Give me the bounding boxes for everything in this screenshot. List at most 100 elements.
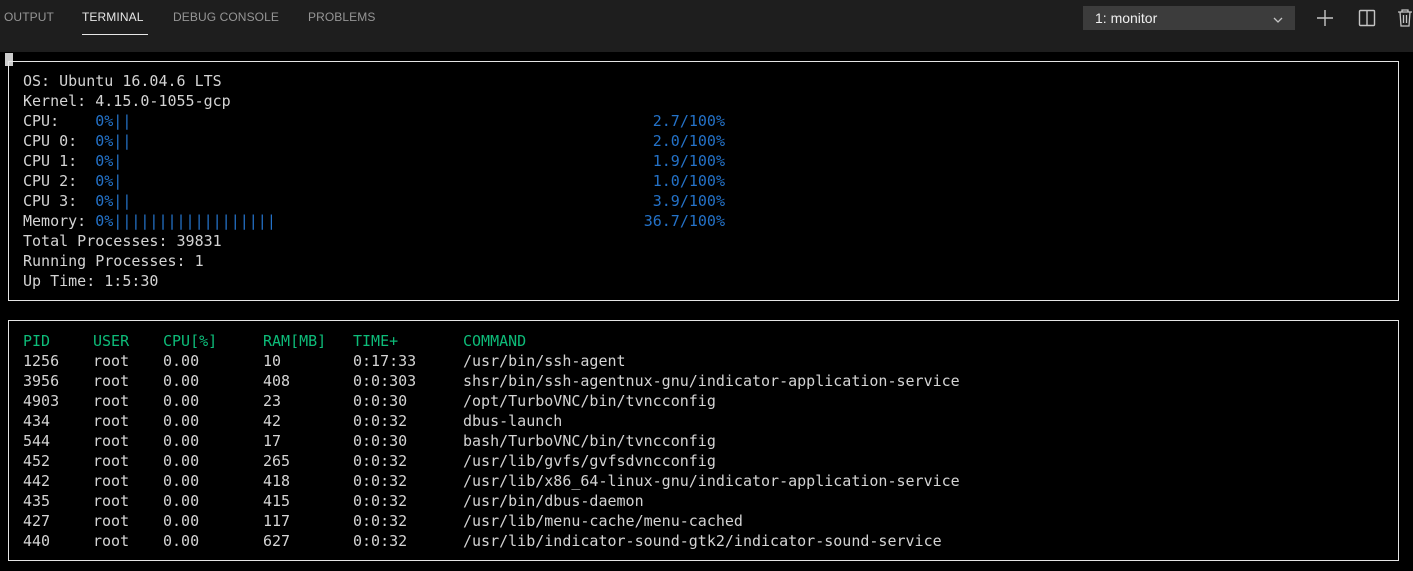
chevron-down-icon [1272,13,1284,29]
cell-cpu: 0.00 [163,532,200,550]
cell-user: root [93,392,130,410]
cell-time: 0:17:33 [353,352,417,370]
cell-ram: 17 [263,432,282,450]
column-header-command: COMMAND [463,332,527,350]
meter-label: CPU 0: [23,132,96,150]
cell-cpu: 0.00 [163,372,200,390]
cell-user: root [93,452,130,470]
cell-command: /usr/lib/x86_64-linux-gnu/indicator-appl… [463,472,960,490]
meter-bar: 0%|||||||||||||||||| [95,212,276,230]
cell-time: 0:0:32 [353,492,408,510]
meter-row: Memory: 0%|||||||||||||||||| 36.7/100% [23,211,725,231]
meter-value: 1.0/100% [652,172,725,190]
cell-time: 0:0:32 [353,472,408,490]
column-header-pid: PID [23,332,51,350]
cell-pid: 442 [23,472,51,490]
table-row: 427 root 0.00 117 0:0:32/usr/lib/menu-cache/… [9,511,1389,531]
meter-row: CPU 0: 0%|| 2.0/100% [23,131,725,151]
cell-cpu: 0.00 [163,412,200,430]
cell-pid: 1256 [23,352,60,370]
meter-value: 3.9/100% [652,192,725,210]
meter-label: CPU 3: [23,192,96,210]
column-header-user: USER [93,332,130,350]
cell-command: /usr/bin/dbus-daemon [463,492,644,510]
tab-terminal[interactable]: TERMINAL [82,10,143,24]
cell-time: 0:0:32 [353,532,408,550]
tab-output[interactable]: OUTPUT [4,10,54,24]
cell-time: 0:0:32 [353,452,408,470]
cell-command: /opt/TurboVNC/bin/tvncconfig [463,392,716,410]
table-row: 440 root 0.00 627 0:0:32/usr/lib/indicator-s… [9,531,1389,551]
meter-bar: 0%|| [95,132,132,150]
cell-time: 0:0:32 [353,512,408,530]
cell-user: root [93,372,130,390]
cell-ram: 418 [263,472,291,490]
cell-ram: 265 [263,452,291,470]
meter-bar: 0%| [95,172,123,190]
cell-cpu: 0.00 [163,352,200,370]
table-row: 544 root 0.00 17 0:0:30 bash/TurboVNC/bin/tvn… [9,431,1389,451]
split-icon[interactable] [1356,7,1378,29]
table-row: 442 root 0.00 418 0:0:32/usr/lib/x86_64-linu… [9,471,1389,491]
table-row: 3956 root 0.00 408 0:0:303 shsr/bin/ssh-agent… [9,371,1389,391]
tab-problems[interactable]: PROBLEMS [308,10,376,24]
cell-cpu: 0.00 [163,472,200,490]
cell-pid: 427 [23,512,51,530]
cell-time: 0:0:30 [353,392,408,410]
tab-debug-console[interactable]: DEBUG CONSOLE [173,10,279,24]
column-header-cpu: CPU[%] [163,332,218,350]
column-header-time: TIME+ [353,332,399,350]
cell-pid: 434 [23,412,51,430]
cell-cpu: 0.00 [163,432,200,450]
meter-value: 36.7/100% [643,212,725,230]
panel-header: OUTPUT TERMINAL DEBUG CONSOLE PROBLEMS 1… [0,0,1413,36]
cell-command: /usr/lib/indicator-sound-gtk2/indicator-… [463,532,942,550]
cell-cpu: 0.00 [163,492,200,510]
cell-ram: 117 [263,512,291,530]
trash-icon[interactable] [1394,7,1413,29]
cell-command: /usr/lib/menu-cache/menu-cached [463,512,743,530]
cell-pid: 435 [23,492,51,510]
meter-row: CPU 3: 0%|| 3.9/100% [23,191,725,211]
terminal-view[interactable]: OS: Ubuntu 16.04.6 LTS Kernel: 4.15.0-10… [0,52,1413,571]
cell-user: root [93,532,130,550]
meter-value: 1.9/100% [652,152,725,170]
cell-pid: 3956 [23,372,60,390]
plus-icon[interactable] [1314,7,1336,29]
cell-time: 0:0:32 [353,412,408,430]
cell-user: root [93,412,130,430]
table-row: 4903 root 0.00 23 0:0:30/opt/TurboVNC/bin/tv… [9,391,1389,411]
cell-command: /usr/lib/gvfs/gvfsdvncconfig [463,452,716,470]
table-row: 1256 root 0.00 10 0:17:33/usr/bin/ssh-agent [9,351,1389,371]
os-line: OS: Ubuntu 16.04.6 LTS [23,72,222,90]
meter-label: CPU: [23,112,96,130]
table-row: 452 root 0.00 265 0:0:32/usr/lib/gvfs/gvfsdv… [9,451,1389,471]
cell-cpu: 0.00 [163,512,200,530]
cell-pid: 452 [23,452,51,470]
cell-pid: 544 [23,432,51,450]
cell-time: 0:0:303 [353,372,417,390]
kernel-line: Kernel: 4.15.0-1055-gcp [23,92,231,110]
system-info-box: OS: Ubuntu 16.04.6 LTS Kernel: 4.15.0-10… [8,61,1399,301]
cell-ram: 415 [263,492,291,510]
cell-user: root [93,512,130,530]
cell-cpu: 0.00 [163,452,200,470]
cell-user: root [93,352,130,370]
cell-user: root [93,492,130,510]
cell-user: root [93,432,130,450]
terminal-select[interactable]: 1: monitor [1083,6,1295,30]
cell-ram: 23 [263,392,282,410]
meter-row: CPU: 0%|| 2.7/100% [23,111,725,131]
cell-ram: 10 [263,352,282,370]
table-row: 435 root 0.00 415 0:0:32/usr/bin/dbus-daemon [9,491,1389,511]
running-processes-line: Running Processes: 1 [23,252,204,270]
column-header-ram: RAM[MB] [263,332,327,350]
process-table-box: PID USER CPU[%] RAM[MB] TIME+ COMMAND 1256 roo… [8,320,1399,561]
meter-bar: 0%|| [95,192,132,210]
cell-time: 0:0:30 [353,432,408,450]
cell-command: bash/TurboVNC/bin/tvncconfig [463,432,716,450]
total-processes-line: Total Processes: 39831 [23,232,222,250]
cell-ram: 627 [263,532,291,550]
active-tab-indicator [82,34,148,35]
cell-user: root [93,472,130,490]
